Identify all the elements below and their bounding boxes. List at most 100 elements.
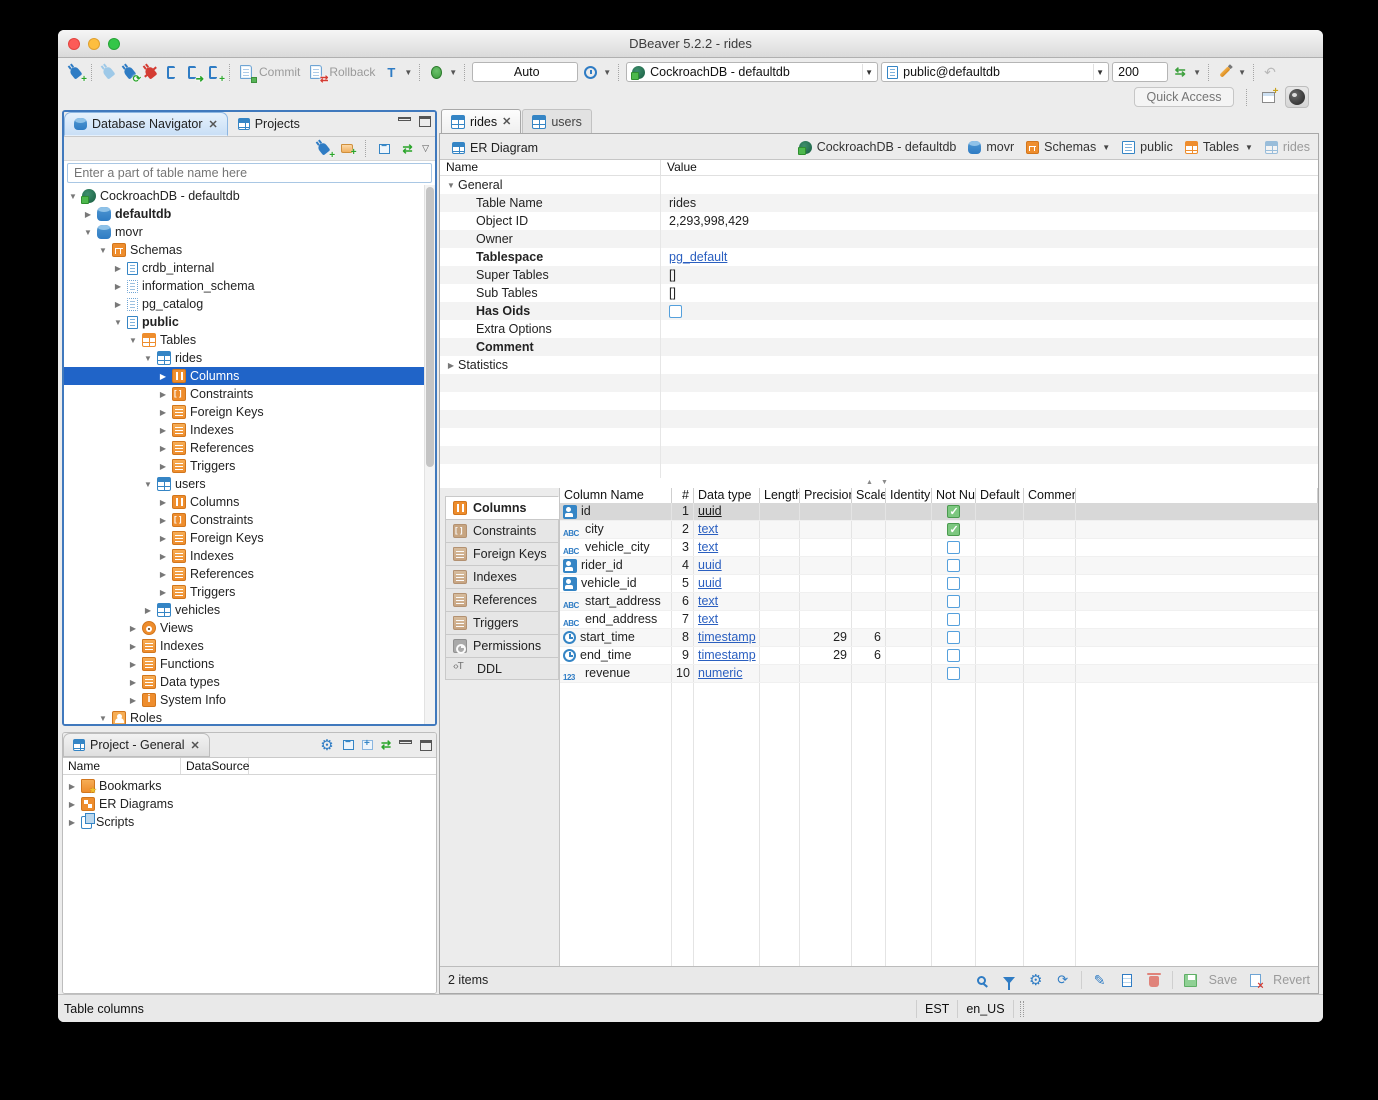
column-row-city[interactable]: city2text [560, 521, 1318, 539]
expand-arrow-icon[interactable]: ▶ [83, 210, 93, 219]
timezone-indicator[interactable]: EST [916, 1000, 958, 1018]
not-null-checkbox[interactable] [947, 631, 960, 644]
expand-arrow-icon[interactable]: ▼ [98, 246, 108, 255]
tab-project-general[interactable]: Project - General ✕ [63, 733, 210, 757]
new-connection-icon[interactable]: + [66, 63, 84, 81]
minimize-window-button[interactable] [88, 38, 100, 50]
tree-item-information-schema[interactable]: ▶information_schema [64, 277, 424, 295]
not-null-checkbox[interactable] [947, 577, 960, 590]
column-row-vehicle-city[interactable]: vehicle_city3text [560, 539, 1318, 557]
has-oids-checkbox[interactable] [669, 305, 682, 318]
not-null-checkbox[interactable] [947, 505, 960, 518]
save-icon[interactable] [1182, 971, 1200, 989]
breadcrumb-cockroachdb-defaultdb[interactable]: CockroachDB - defaultdb [799, 140, 957, 154]
property-row-sub-tables[interactable]: Sub Tables[] [440, 284, 1318, 302]
column-row-end-address[interactable]: end_address7text [560, 611, 1318, 629]
tree-item-system-info[interactable]: ▶System Info [64, 691, 424, 709]
back-icon[interactable]: ↶ [1261, 63, 1279, 81]
disconnect-icon[interactable] [141, 63, 159, 81]
expand-arrow-icon[interactable]: ▼ [83, 228, 93, 237]
expand-arrow-icon[interactable]: ▶ [158, 588, 168, 597]
tree-item-cockroachdb-defaultdb[interactable]: ▼CockroachDB - defaultdb [64, 187, 424, 205]
column-row-id[interactable]: id1uuid [560, 503, 1318, 521]
tree-item-indexes[interactable]: ▶Indexes [64, 421, 424, 439]
property-row-statistics[interactable]: ▶Statistics [440, 356, 1318, 374]
data-type-link[interactable]: uuid [698, 576, 722, 590]
dbeaver-perspective-icon[interactable] [1285, 86, 1309, 108]
schema-dropdown-arrow[interactable]: ▼ [1093, 64, 1106, 80]
delete-icon[interactable] [1145, 971, 1163, 989]
data-type-link[interactable]: text [698, 540, 718, 554]
not-null-checkbox[interactable] [947, 649, 960, 662]
detail-tab-columns[interactable]: Columns [445, 496, 559, 519]
expand-arrow-icon[interactable]: ▶ [128, 678, 138, 687]
tree-item-views[interactable]: ▶Views [64, 619, 424, 637]
not-null-checkbox[interactable] [947, 541, 960, 554]
data-type-link[interactable]: text [698, 594, 718, 608]
refresh-dropdown-arrow[interactable]: ▼ [1193, 68, 1201, 77]
property-row-has-oids[interactable]: Has Oids [440, 302, 1318, 320]
zoom-window-button[interactable] [108, 38, 120, 50]
schema-combo[interactable]: public@defaultdb ▼ [881, 62, 1109, 82]
properties-header-name[interactable]: Name [440, 160, 660, 175]
breadcrumb-tables[interactable]: Tables▼ [1185, 140, 1253, 154]
detail-tab-triggers[interactable]: Triggers [445, 611, 559, 634]
tree-item-references[interactable]: ▶References [64, 565, 424, 583]
tree-item-tables[interactable]: ▼Tables [64, 331, 424, 349]
not-null-checkbox[interactable] [947, 559, 960, 572]
tree-item-indexes[interactable]: ▶Indexes [64, 637, 424, 655]
expand-arrow-icon[interactable]: ▶ [158, 498, 168, 507]
property-row-super-tables[interactable]: Super Tables[] [440, 266, 1318, 284]
generate-sql-dropdown-arrow[interactable]: ▼ [1238, 68, 1246, 77]
expand-arrow-icon[interactable]: ▶ [113, 300, 123, 309]
collapse-all-icon[interactable] [343, 740, 354, 750]
locale-indicator[interactable]: en_US [958, 1000, 1013, 1018]
expand-arrow-icon[interactable]: ▼ [128, 336, 138, 345]
gear-icon[interactable]: ⚙ [319, 737, 335, 753]
grid-header-precision[interactable]: Precision [800, 488, 852, 503]
tree-item-constraints[interactable]: ▶Constraints [64, 511, 424, 529]
expand-arrow-icon[interactable]: ▶ [128, 642, 138, 651]
quick-access-input[interactable] [1134, 87, 1234, 107]
subtab-er-diagram[interactable]: ER Diagram [442, 135, 548, 160]
close-icon[interactable]: ✕ [190, 739, 199, 752]
tree-item-columns[interactable]: ▶Columns [64, 493, 424, 511]
expand-arrow-icon[interactable]: ▶ [67, 800, 77, 809]
transaction-log-icon[interactable]: T [382, 63, 400, 81]
breadcrumb-schemas[interactable]: Schemas▼ [1026, 140, 1110, 154]
tree-item-defaultdb[interactable]: ▶defaultdb [64, 205, 424, 223]
grid-header-default[interactable]: Default [976, 488, 1024, 503]
tree-item-triggers[interactable]: ▶Triggers [64, 583, 424, 601]
gear-icon[interactable]: ⚙ [1027, 971, 1045, 989]
tab-projects[interactable]: Projects [228, 112, 310, 136]
connect-icon[interactable] [99, 63, 117, 81]
refresh-icon[interactable]: ⟳ [1054, 971, 1072, 989]
property-row-object-id[interactable]: Object ID2,293,998,429 [440, 212, 1318, 230]
connection-dropdown-arrow[interactable]: ▼ [862, 64, 875, 80]
editor-tab-rides[interactable]: rides✕ [441, 109, 521, 133]
close-icon[interactable]: ✕ [208, 118, 217, 131]
not-null-checkbox[interactable] [947, 523, 960, 536]
debug-dropdown-arrow[interactable]: ▼ [449, 68, 457, 77]
splitter-sash[interactable]: ▲▼ [440, 478, 1318, 488]
tree-item-users[interactable]: ▼users [64, 475, 424, 493]
detail-tab-permissions[interactable]: Permissions [445, 634, 559, 657]
tree-item-public[interactable]: ▼public [64, 313, 424, 331]
grid-header-not-null[interactable]: Not Null [932, 488, 976, 503]
breadcrumb-movr[interactable]: movr [968, 140, 1014, 154]
revert-icon[interactable] [1246, 971, 1264, 989]
expand-arrow-icon[interactable]: ▶ [158, 390, 168, 399]
grid-header-data-type[interactable]: Data type [694, 488, 760, 503]
tree-item-pg-catalog[interactable]: ▶pg_catalog [64, 295, 424, 313]
expand-arrow-icon[interactable]: ▶ [158, 426, 168, 435]
data-type-link[interactable]: timestamp [698, 630, 756, 644]
debug-icon[interactable] [427, 63, 445, 81]
connection-combo[interactable]: CockroachDB - defaultdb ▼ [626, 62, 878, 82]
expand-arrow-icon[interactable]: ▶ [158, 444, 168, 453]
expand-arrow-icon[interactable]: ▶ [113, 264, 123, 273]
tree-item-constraints[interactable]: ▶Constraints [64, 385, 424, 403]
property-row-table-name[interactable]: Table Namerides [440, 194, 1318, 212]
tablespace-link[interactable]: pg_default [669, 250, 727, 264]
expand-arrow-icon[interactable]: ▼ [143, 354, 153, 363]
grid-header-scale[interactable]: Scale [852, 488, 886, 503]
